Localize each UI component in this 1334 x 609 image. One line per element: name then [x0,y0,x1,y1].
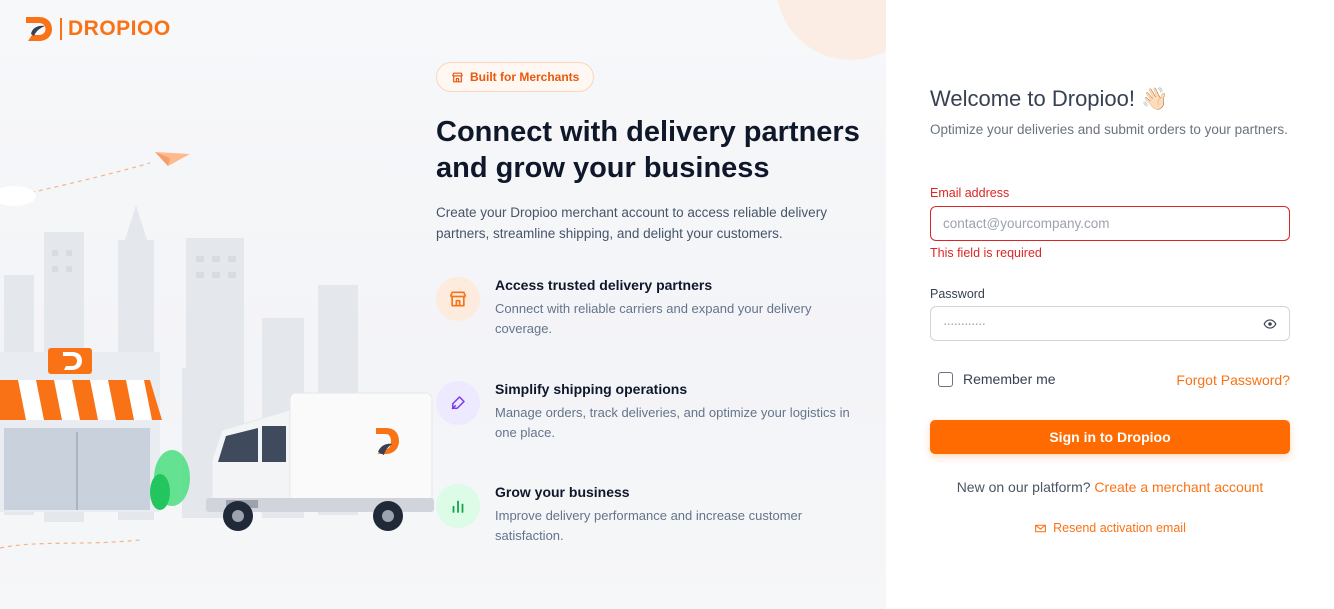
remember-label: Remember me [963,371,1056,387]
store-icon [452,72,463,82]
hero-title: Connect with delivery partners and grow … [436,116,860,184]
welcome-heading: Welcome to Dropioo! 👋🏻 [930,86,1168,112]
resend-label: Resend activation email [1053,521,1186,535]
password-value: ············ [943,316,986,331]
bar-chart-icon [452,500,464,513]
password-label: Password [930,287,985,301]
remember-me[interactable]: Remember me [938,371,1056,387]
feature-title: Grow your business [495,484,630,500]
forgot-password-link[interactable]: Forgot Password? [1176,372,1290,388]
signup-prompt: New on our platform? Create a merchant a… [930,479,1290,495]
hero-panel: DROPIOO Built for Merchants Connect with… [0,0,886,609]
store-icon [449,291,467,307]
sign-in-button[interactable]: Sign in to Dropioo [930,420,1290,454]
password-field[interactable]: ············ [930,306,1290,341]
feature-icon-wrap [436,277,480,321]
feature-desc: Improve delivery performance and increas… [495,508,803,543]
feature-icon-wrap [436,484,480,528]
email-field[interactable]: contact@yourcompany.com [930,206,1290,241]
pen-tool-icon [451,396,465,410]
feature-icon-wrap [436,381,480,425]
login-panel: Welcome to Dropioo! 👋🏻 Optimize your del… [886,0,1334,609]
new-on-platform-text: New on our platform? [956,479,1091,495]
eye-icon[interactable] [1263,317,1277,331]
feature-item: Grow your business Improve delivery perf… [436,484,876,544]
feature-title: Simplify shipping operations [495,381,688,397]
feature-desc: Connect with reliable carriers and expan… [495,301,812,336]
welcome-subtitle: Optimize your deliveries and submit orde… [930,122,1288,137]
badge-label: Built for Merchants [470,70,580,84]
email-error: This field is required [930,246,1042,260]
remember-checkbox[interactable] [938,371,953,387]
decorative-blob [776,0,886,60]
email-label: Email address [930,186,1010,200]
feature-item: Access trusted delivery partners Connect… [436,277,876,337]
create-account-link[interactable]: Create a merchant account [1094,479,1263,495]
delivery-illustration [0,152,434,549]
email-placeholder: contact@yourcompany.com [943,216,1110,231]
feature-desc: Manage orders, track deliveries, and opt… [495,405,850,440]
hero-subtitle: Create your Dropioo merchant account to … [436,205,827,241]
feature-item: Simplify shipping operations Manage orde… [436,381,876,441]
resend-activation-link[interactable]: Resend activation email [930,521,1290,535]
built-for-merchants-badge: Built for Merchants [436,62,595,92]
feature-title: Access trusted delivery partners [495,277,713,293]
waving-hand-icon: 👋🏻 [1141,86,1169,111]
welcome-text: Welcome to Dropioo! [930,86,1136,111]
mail-send-icon [1035,524,1047,532]
